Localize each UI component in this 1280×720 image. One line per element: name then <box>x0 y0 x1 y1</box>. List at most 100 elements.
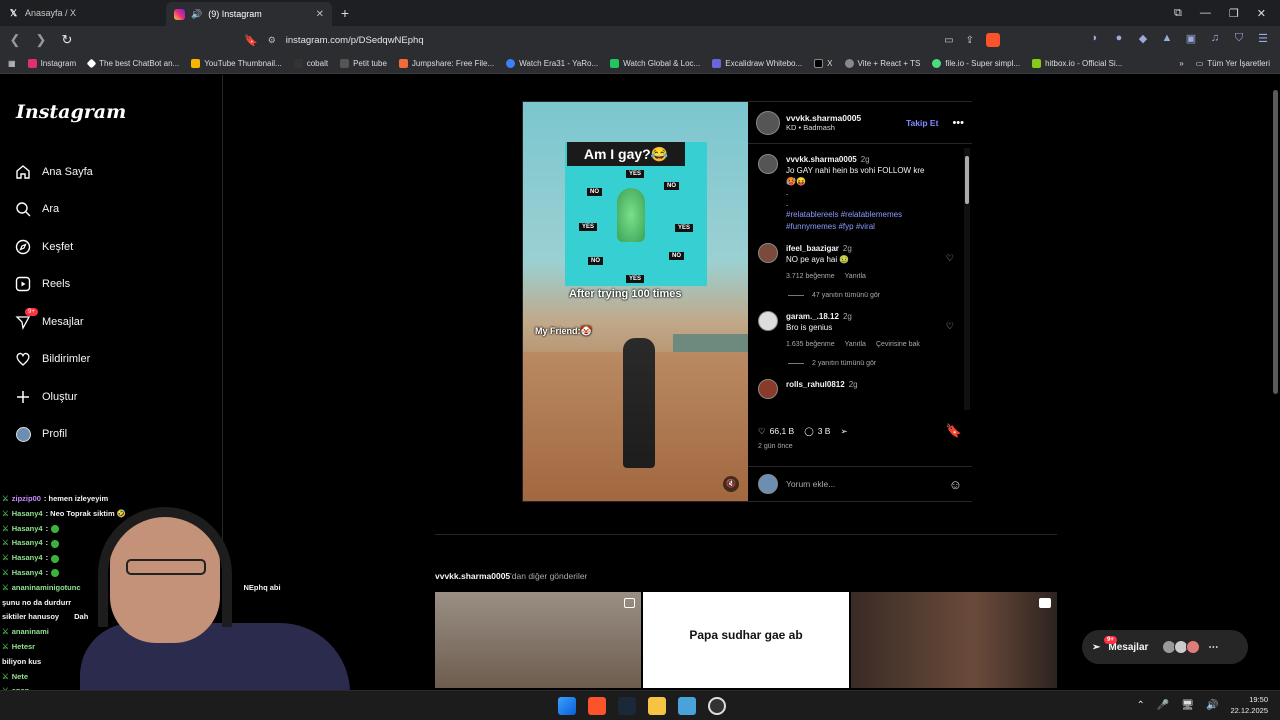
minimize-icon[interactable]: — <box>1200 7 1211 19</box>
bookmark-item[interactable]: Watch Global & Loc... <box>610 59 700 68</box>
bookmark-item[interactable]: The best ChatBot an... <box>86 58 179 69</box>
all-bookmarks-button[interactable]: ▭ Tüm Yer İşaretleri <box>1196 59 1280 68</box>
comment-likes[interactable]: 3.712 beğenme <box>786 271 835 282</box>
app-icon[interactable] <box>678 697 696 715</box>
more-options-icon[interactable]: ••• <box>952 117 964 129</box>
scrollbar-thumb[interactable] <box>965 156 969 204</box>
clock[interactable]: 19:50 22.12.2025 <box>1230 694 1268 716</box>
bookmark-item[interactable]: Excalidraw Whitebo... <box>712 59 802 68</box>
avatar[interactable] <box>758 379 778 399</box>
sidebar-item-explore[interactable]: Keşfet <box>14 228 93 266</box>
bookmark-item[interactable]: hitbox.io - Official Si... <box>1032 59 1122 68</box>
start-icon[interactable] <box>558 697 576 715</box>
sidebar-icon[interactable]: ▣ <box>1184 32 1198 45</box>
like-comment-icon[interactable]: ♡ <box>946 253 954 264</box>
reel-video[interactable]: Am I gay?😂 YES NO NO YES YES NO NO YES A… <box>523 102 748 501</box>
comment-input[interactable]: Yorum ekle... <box>786 479 835 489</box>
file-explorer-icon[interactable] <box>648 697 666 715</box>
menu-icon[interactable]: ☰ <box>1256 32 1270 45</box>
mute-icon[interactable]: 🔇 <box>723 476 739 492</box>
comment-username[interactable]: rolls_rahul0812 <box>786 380 845 389</box>
post-thumbnail[interactable]: Papa sudhar gae ab <box>643 592 849 688</box>
bookmark-item[interactable]: cobalt <box>293 59 328 68</box>
save-icon[interactable]: 🔖 <box>946 423 962 439</box>
reload-icon[interactable]: ↻ <box>60 32 74 48</box>
comments-list[interactable]: vvvkk.sharma0005 2g Jo GAY nahi hein bs v… <box>748 146 964 412</box>
instagram-logo[interactable]: Instagram <box>16 101 126 123</box>
apps-icon[interactable]: ▦ <box>8 59 16 68</box>
extension-icon[interactable]: ◗ <box>1088 32 1102 45</box>
more-posts-username[interactable]: vvvkk.sharma0005 <box>435 571 510 581</box>
vpn-icon[interactable]: ⛉ <box>1232 32 1246 45</box>
sidebar-item-notifications[interactable]: Bildirimler <box>14 341 93 379</box>
sidebar-item-messages[interactable]: 9+ Mesajlar <box>14 303 93 341</box>
bookmark-item[interactable]: file.io - Super simpl... <box>932 59 1020 68</box>
share-icon[interactable]: ⇪ <box>966 35 974 46</box>
sidebar-item-reels[interactable]: Reels <box>14 266 93 304</box>
forward-icon[interactable]: ❯ <box>34 32 48 48</box>
follow-button[interactable]: Takip Et <box>906 118 938 128</box>
sidebar-item-search[interactable]: Ara <box>14 191 93 229</box>
share-icon[interactable]: ➢ <box>840 426 847 437</box>
hashtags[interactable]: #relatablereels #relatablememes #funnyme… <box>786 209 954 233</box>
tab-x[interactable]: 𝕏 Anasayfa / X <box>0 0 166 26</box>
microphone-icon[interactable]: 🎤 <box>1157 700 1169 711</box>
brave-icon[interactable] <box>588 697 606 715</box>
emoji-icon[interactable]: ☺ <box>949 477 962 492</box>
network-icon[interactable]: 🖥 <box>1181 700 1194 711</box>
address-bar[interactable]: 🔖 ⚙ instagram.com/p/DSedqwNEphq ▭ ⇪ <box>244 30 1000 50</box>
speaker-icon[interactable]: 🔊 <box>191 9 202 20</box>
steam-icon[interactable] <box>618 697 636 715</box>
obs-icon[interactable] <box>708 697 726 715</box>
bookmark-item[interactable]: Instagram <box>27 59 76 68</box>
post-thumbnail[interactable] <box>435 592 641 688</box>
like-comment-icon[interactable]: ♡ <box>946 321 954 332</box>
extensions-icon[interactable]: ⧉ <box>1174 7 1182 20</box>
avatar[interactable] <box>758 243 778 263</box>
comment-likes[interactable]: 1.635 beğenme <box>786 339 835 350</box>
close-tab-icon[interactable]: ✕ <box>316 9 324 20</box>
comment-username[interactable]: ifeel_baazigar <box>786 244 839 253</box>
post-subtitle[interactable]: KD • Badmash <box>786 123 861 132</box>
view-replies-button[interactable]: 2 yanıtın tümünü gör <box>788 360 954 367</box>
translate-button[interactable]: Çevirisine bak <box>876 339 920 350</box>
extension-icon[interactable]: ◆ <box>1136 32 1150 45</box>
sidebar-item-profile[interactable]: Profil <box>14 416 93 454</box>
more-bookmarks-icon[interactable]: » <box>1179 59 1183 68</box>
back-icon[interactable]: ❮ <box>8 32 22 48</box>
extension-icon[interactable]: ▲ <box>1160 32 1174 45</box>
sidebar-item-home[interactable]: Ana Sayfa <box>14 153 93 191</box>
volume-icon[interactable]: 🔊 <box>1206 700 1218 711</box>
post-thumbnail[interactable] <box>851 592 1057 688</box>
music-icon[interactable]: ♫ <box>1208 32 1222 45</box>
messages-floating-button[interactable]: ➢ 9+ Mesajlar ⋯ <box>1082 630 1248 664</box>
sidebar-item-create[interactable]: Oluştur <box>14 378 93 416</box>
restore-icon[interactable]: ❐ <box>1229 7 1239 20</box>
bookmark-item[interactable]: Watch Era31 - YaRo... <box>506 59 598 68</box>
view-replies-button[interactable]: 47 yanıtın tümünü gör <box>788 292 954 299</box>
reply-button[interactable]: Yanıtla <box>845 339 866 350</box>
bookmark-item[interactable]: X <box>814 59 833 68</box>
avatar[interactable] <box>756 110 780 135</box>
comment-button[interactable]: ◯ 3 B <box>804 426 830 437</box>
bookmark-item[interactable]: Petit tube <box>340 59 387 68</box>
chevron-up-icon[interactable]: ⌃ <box>1136 700 1144 711</box>
bookmark-icon[interactable]: 🔖 <box>244 34 258 47</box>
post-username[interactable]: vvvkk.sharma0005 <box>786 113 861 123</box>
reply-button[interactable]: Yanıtla <box>845 271 866 282</box>
site-info-icon[interactable]: ⚙ <box>268 35 276 46</box>
page-scrollbar[interactable] <box>1271 75 1280 690</box>
close-window-icon[interactable]: ✕ <box>1257 7 1266 20</box>
url-text[interactable]: instagram.com/p/DSedqwNEphq <box>286 35 424 46</box>
extension-icon[interactable]: ● <box>1112 32 1126 45</box>
new-tab-button[interactable]: + <box>332 0 358 26</box>
tab-instagram[interactable]: 🔊 (9) Instagram ✕ <box>166 2 332 26</box>
bookmark-item[interactable]: YouTube Thumbnail... <box>191 59 282 68</box>
comments-scrollbar[interactable] <box>964 148 970 410</box>
bookmark-item[interactable]: Vite + React + TS <box>844 59 920 68</box>
avatar[interactable] <box>758 154 778 174</box>
bookmark-item[interactable]: Jumpshare: Free File... <box>398 59 494 68</box>
brave-shields-icon[interactable] <box>986 33 1000 47</box>
avatar[interactable] <box>758 311 778 331</box>
cast-icon[interactable]: ▭ <box>944 35 953 46</box>
